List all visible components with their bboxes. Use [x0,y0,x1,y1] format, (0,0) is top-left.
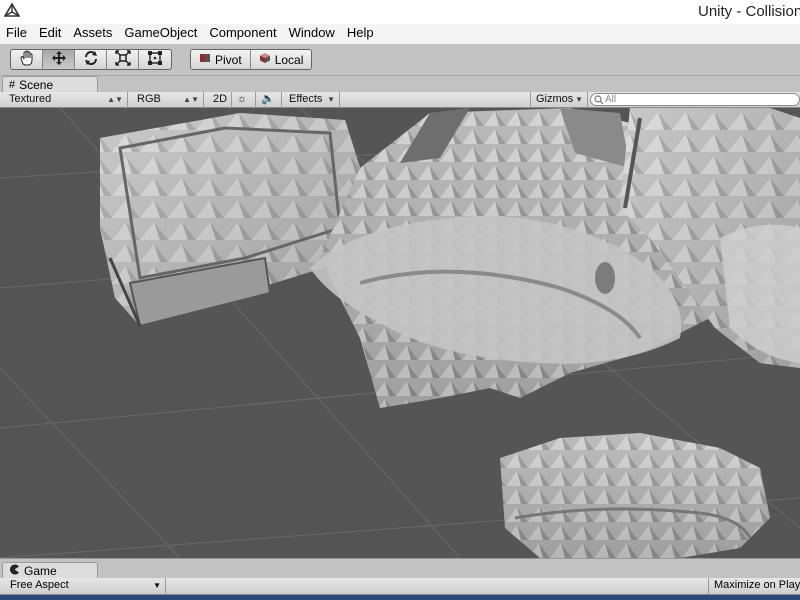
speaker-icon: 🔈 [261,93,275,105]
taskbar-strip [0,595,800,600]
hand-tool-button[interactable] [11,50,43,69]
dropdown-arrow-icon: ▼ [575,95,583,104]
pacman-icon [9,564,20,578]
scene-viewport[interactable] [0,108,800,558]
lighting-toggle[interactable]: ☼ [232,92,256,108]
local-icon [259,52,275,67]
mode-2d-label: 2D [213,93,228,105]
render-mode-label: RGB [137,93,161,105]
local-button[interactable]: Local [251,50,312,69]
rotate-icon [83,50,99,69]
grid-icon: # [9,78,16,91]
tab-scene-label: Scene [19,77,54,92]
gizmos-dropdown[interactable]: Gizmos ▼ [530,92,588,108]
gizmos-label: Gizmos [536,93,574,105]
mesh-bottom-block [500,433,770,558]
tab-game-label: Game [24,564,57,578]
menu-edit[interactable]: Edit [33,24,67,44]
scale-icon [114,50,131,69]
tab-scene[interactable]: # Scene [2,76,98,92]
audio-toggle[interactable]: 🔈 [256,92,282,108]
scene-tab-bar: # Scene [0,76,800,92]
dropdown-arrow-icon: ▼ [153,581,161,590]
pivot-toggles: Pivot Local [190,49,313,70]
menu-gameobject[interactable]: GameObject [118,24,203,44]
move-icon [51,50,67,69]
move-tool-button[interactable] [43,50,75,69]
updown-arrow-icon: ▲▼ [183,95,199,104]
local-label: Local [274,52,304,67]
menu-file[interactable]: File [0,24,33,44]
pivot-label: Pivot [215,52,242,67]
rect-tool-button[interactable] [139,50,171,69]
draw-mode-label: Textured [9,93,52,105]
main-toolbar: Pivot Local [0,44,800,76]
transform-tools [10,49,172,70]
scene-toolbar: Textured ▲▼ RGB ▲▼ 2D ☼ 🔈 Effects ▼ Gizm… [0,92,800,108]
pivot-button[interactable]: Pivot [191,50,251,69]
scene-search-input[interactable]: All [590,93,800,106]
menu-assets[interactable]: Assets [67,24,118,44]
scene-render [0,108,800,558]
game-tab-bar: Game [0,558,800,579]
render-mode-dropdown[interactable]: RGB ▲▼ [132,92,204,108]
menu-bar: File Edit Assets GameObject Component Wi… [0,24,800,44]
effects-label: Effects [289,93,323,105]
effects-dropdown[interactable]: Effects ▼ [284,92,340,108]
search-placeholder: All [605,94,617,105]
draw-mode-dropdown[interactable]: Textured ▲▼ [4,92,128,108]
menu-window[interactable]: Window [283,24,341,44]
mesh-left-block [100,113,365,328]
game-toolbar: Free Aspect ▼ Maximize on Play [0,578,800,595]
sun-icon: ☼ [237,93,248,105]
updown-arrow-icon: ▲▼ [107,95,123,104]
pivot-icon [199,52,215,67]
menu-help[interactable]: Help [341,24,380,44]
maximize-label: Maximize on Play [714,579,800,591]
scale-tool-button[interactable] [107,50,139,69]
title-bar: Unity - Collision [0,0,800,24]
hand-icon [18,50,36,69]
tab-game[interactable]: Game [2,562,98,579]
unity-logo-icon [3,2,21,19]
dropdown-arrow-icon: ▼ [327,95,335,104]
rotate-tool-button[interactable] [75,50,107,69]
search-icon [594,95,604,105]
menu-component[interactable]: Component [203,24,282,44]
mode-2d-toggle[interactable]: 2D [208,92,232,108]
maximize-on-play-toggle[interactable]: Maximize on Play [708,578,800,594]
rect-icon [147,50,163,69]
aspect-dropdown[interactable]: Free Aspect ▼ [4,578,166,594]
aspect-label: Free Aspect [10,579,69,591]
window-title: Unity - Collision [698,3,800,20]
